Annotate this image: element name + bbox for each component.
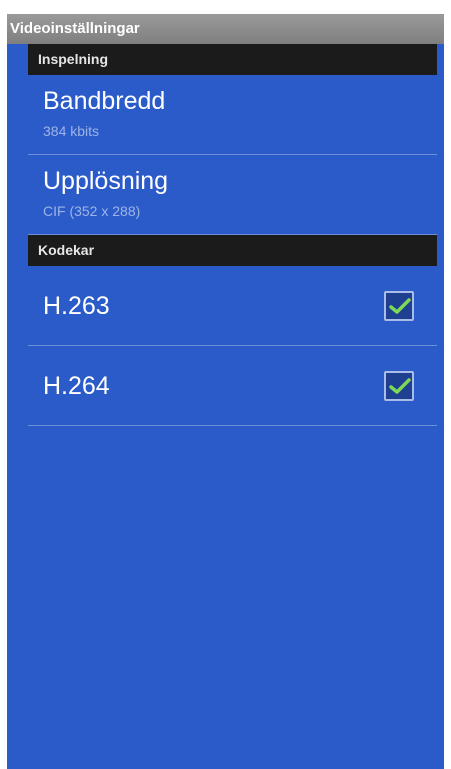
pref-codec-h264-title: H.264 [43, 372, 110, 400]
settings-screen: Videoinställningar Inspelning Bandbredd … [7, 14, 444, 769]
pref-resolution-title: Upplösning [43, 167, 169, 195]
preference-list: Inspelning Bandbredd 384 kbits Upplösnin… [28, 44, 437, 426]
section-header-inspelning: Inspelning [28, 44, 437, 75]
pref-codec-h264[interactable]: H.264 [28, 346, 437, 426]
pref-codec-h263-title: H.263 [43, 292, 110, 320]
check-icon [389, 298, 411, 314]
h264-checkbox[interactable] [384, 371, 414, 401]
pref-bandwidth-title: Bandbredd [43, 87, 166, 115]
pref-bandwidth-summary: 384 kbits [43, 123, 100, 139]
pref-resolution-summary: CIF (352 x 288) [43, 203, 141, 219]
check-icon [389, 378, 411, 394]
h263-checkbox[interactable] [384, 291, 414, 321]
section-header-kodekar: Kodekar [28, 235, 437, 266]
pref-bandwidth[interactable]: Bandbredd 384 kbits [28, 75, 437, 155]
pref-codec-h263[interactable]: H.263 [28, 266, 437, 346]
pref-resolution[interactable]: Upplösning CIF (352 x 288) [28, 155, 437, 235]
title-bar: Videoinställningar [7, 14, 444, 44]
